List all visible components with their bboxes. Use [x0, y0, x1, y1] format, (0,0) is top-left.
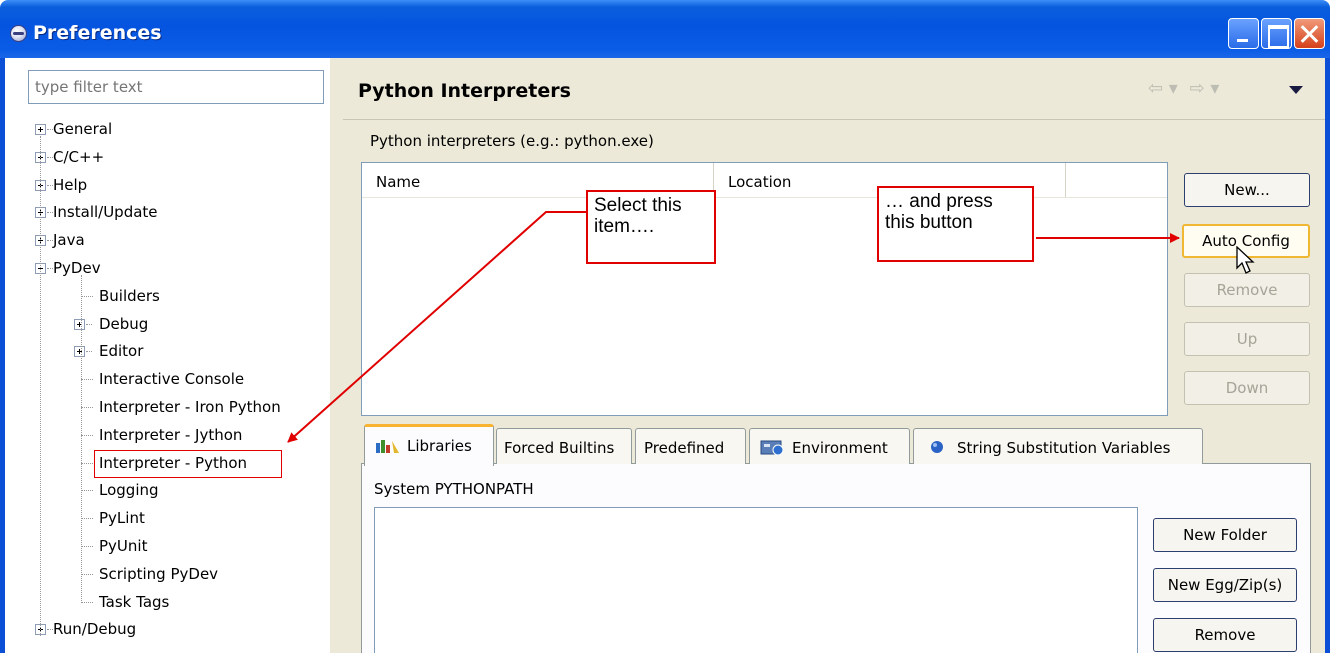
tab-libraries-label: Libraries [407, 437, 472, 455]
annotation-arrows [287, 211, 1180, 443]
arrow-to-interpreter-python [287, 211, 586, 443]
libraries-icon [376, 439, 399, 453]
tab-libraries[interactable]: Libraries [364, 424, 494, 466]
